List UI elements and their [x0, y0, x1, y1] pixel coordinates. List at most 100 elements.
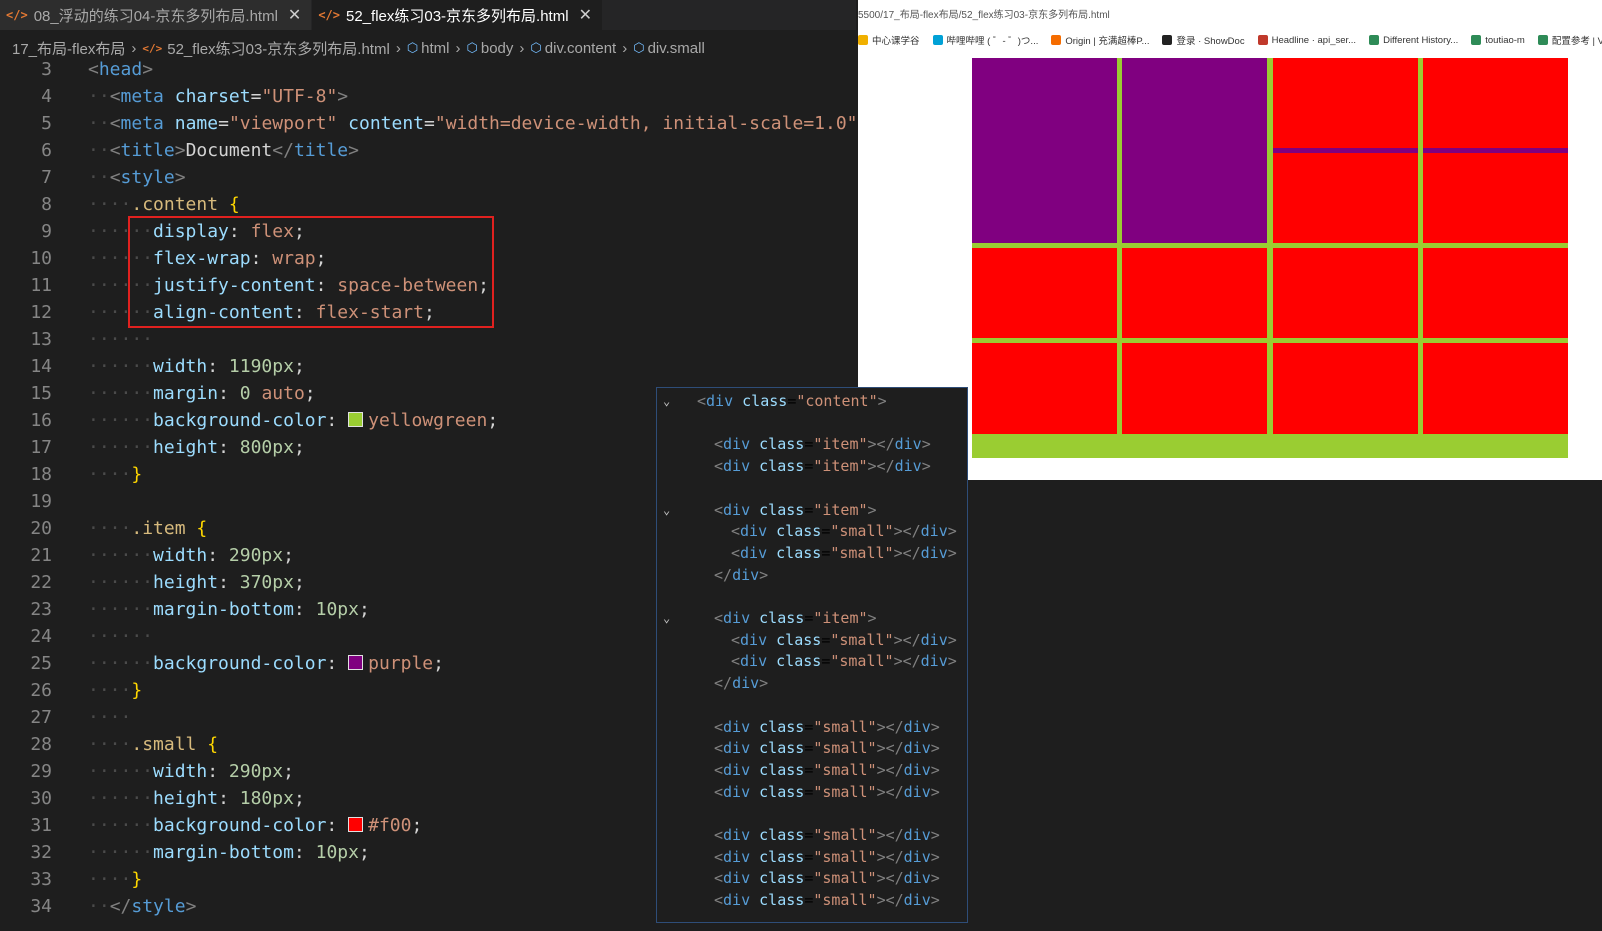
line-number: 17 [30, 437, 52, 458]
code-line[interactable]: 14 ······width: 1190px; [0, 353, 856, 381]
breadcrumb-div-small[interactable]: div.small [648, 40, 705, 57]
code-text[interactable]: ······background-color: yellowgreen; [88, 407, 498, 435]
outline-code-text: <div class="item"></div> [714, 435, 931, 454]
code-text[interactable]: ··<title>Document</title> [88, 137, 359, 165]
line-number: 27 [30, 707, 52, 728]
tab-52-flex-practice[interactable]: </> 52_flex练习03-京东多列布局.html ✕ [312, 0, 603, 30]
outline-row[interactable]: <div class="small"></div> [657, 781, 967, 803]
line-number: 13 [30, 329, 52, 350]
code-text[interactable]: ····} [88, 677, 142, 705]
line-number: 15 [30, 383, 52, 404]
code-line[interactable]: 3 <head> [0, 56, 856, 84]
chevron-down-icon[interactable]: ⌄ [663, 390, 670, 412]
outline-row[interactable]: </div> [657, 672, 967, 694]
small-box [1272, 58, 1418, 149]
html-file-icon: </> [142, 41, 163, 55]
code-text[interactable]: ····.small { [88, 731, 218, 759]
code-text[interactable]: ··</style> [88, 893, 196, 921]
breadcrumb-html[interactable]: html [421, 40, 449, 57]
chevron-right-icon: › [395, 39, 401, 57]
code-text[interactable]: ······width: 290px; [88, 758, 294, 786]
code-text[interactable]: ······background-color: purple; [88, 650, 444, 678]
outline-row[interactable]: <div class="small"></div> [657, 650, 967, 672]
outline-row[interactable]: </div> [657, 564, 967, 586]
chevron-down-icon[interactable]: ⌄ [663, 499, 670, 521]
code-text[interactable]: ······height: 370px; [88, 569, 305, 597]
code-line[interactable]: 7 ··<style> [0, 164, 856, 192]
code-text[interactable]: ······margin-bottom: 10px; [88, 839, 370, 867]
small-box [1422, 343, 1568, 434]
outline-code-text: <div class="small"></div> [714, 869, 940, 888]
close-icon[interactable]: ✕ [579, 5, 592, 25]
code-text[interactable]: ······margin-bottom: 10px; [88, 596, 370, 624]
outline-row[interactable]: <div class="small"></div> [657, 716, 967, 738]
outline-row[interactable] [657, 694, 967, 716]
outline-row[interactable]: <div class="small"></div> [657, 889, 967, 911]
code-text[interactable]: ······ [88, 623, 153, 651]
outline-row[interactable]: ⌄ <div class="item"> [657, 607, 967, 629]
outline-row[interactable]: <div class="small"></div> [657, 520, 967, 542]
outline-row[interactable]: ⌄ <div class="content"> [657, 390, 967, 412]
element-cube-icon: ⬡ [466, 40, 478, 55]
bookmark-label: 哔哩哔哩 ( ゜- ゜)つ... [946, 36, 1039, 47]
line-number: 32 [30, 842, 52, 863]
code-text[interactable]: ······width: 1190px; [88, 353, 305, 381]
code-text[interactable]: ······margin: 0 auto; [88, 380, 316, 408]
code-text[interactable]: ······background-color: #f00; [88, 812, 422, 840]
code-text[interactable]: ··<meta charset="UTF-8"> [88, 83, 348, 111]
code-text[interactable]: ······height: 800px; [88, 434, 305, 462]
code-text[interactable]: ····.item { [88, 515, 207, 543]
outline-row[interactable] [657, 412, 967, 434]
chevron-down-icon[interactable]: ⌄ [663, 607, 670, 629]
bookmark-item[interactable]: Different History... [1369, 35, 1458, 46]
outline-row[interactable]: ⌄ <div class="item"> [657, 499, 967, 521]
outline-row[interactable]: <div class="small"></div> [657, 542, 967, 564]
outline-row[interactable]: <div class="small"></div> [657, 629, 967, 651]
code-text[interactable]: ··<meta name="viewport" content="width=d… [88, 110, 856, 138]
outline-row[interactable]: <div class="small"></div> [657, 824, 967, 846]
bookmark-item[interactable]: Headline · api_ser... [1257, 35, 1356, 46]
code-line[interactable]: 5 ··<meta name="viewport" content="width=… [0, 110, 856, 138]
breadcrumb-div-content[interactable]: div.content [545, 40, 616, 57]
code-line[interactable]: 13 ······ [0, 326, 856, 354]
code-text[interactable]: ···· [88, 704, 131, 732]
outline-code-text: <div class="item"> [714, 609, 877, 627]
code-line[interactable]: 8 ····.content { [0, 191, 856, 219]
outline-row[interactable] [657, 477, 967, 499]
outline-row[interactable]: <div class="small"></div> [657, 737, 967, 759]
outline-row[interactable]: <div class="small"></div> [657, 867, 967, 889]
address-bar[interactable]: 5500/17_布局-flex布局/52_flex练习03-京东多列布局.htm… [858, 6, 1110, 21]
outline-code-text: <div class="small"></div> [714, 760, 940, 779]
bookmark-item[interactable]: 哔哩哔哩 ( ゜- ゜)つ... [932, 33, 1039, 47]
bookmark-item[interactable]: Origin | 充满超棒P... [1051, 33, 1149, 47]
item-box [972, 58, 1118, 244]
code-text[interactable]: ······height: 180px; [88, 785, 305, 813]
line-number: 23 [30, 599, 52, 620]
outline-row[interactable]: <div class="item"></div> [657, 433, 967, 455]
code-text[interactable]: ····} [88, 866, 142, 894]
outline-code-text: <div class="small"></div> [714, 826, 940, 844]
tab-08-float-practice[interactable]: </> 08_浮动的练习04-京东多列布局.html ✕ [0, 0, 313, 30]
bookmark-item[interactable]: 配置参考 | Vue [1537, 33, 1602, 47]
outline-row[interactable]: <div class="small"></div> [657, 846, 967, 868]
outline-row[interactable] [657, 585, 967, 607]
code-text[interactable]: <head> [88, 56, 153, 84]
close-icon[interactable]: ✕ [288, 5, 301, 25]
breadcrumb-body[interactable]: body [481, 40, 514, 57]
code-text[interactable]: ····} [88, 461, 142, 489]
outline-row[interactable] [657, 802, 967, 824]
code-text[interactable]: ··<style> [88, 164, 186, 192]
outline-row[interactable]: <div class="small"></div> [657, 759, 967, 781]
code-text[interactable]: ······ [88, 326, 153, 354]
bookmark-favicon-icon [1537, 35, 1548, 45]
line-number: 7 [41, 167, 52, 188]
line-number: 26 [30, 680, 52, 701]
code-text[interactable]: ····.content { [88, 191, 240, 219]
bookmark-item[interactable]: toutiao-m [1471, 35, 1525, 46]
outline-row[interactable]: <div class="item"></div> [657, 455, 967, 477]
code-text[interactable]: ······width: 290px; [88, 542, 294, 570]
bookmark-item[interactable]: 登录 · ShowDoc [1162, 33, 1245, 47]
code-line[interactable]: 6 ··<title>Document</title> [0, 137, 856, 165]
code-line[interactable]: 4 ··<meta charset="UTF-8"> [0, 83, 856, 111]
bookmark-item[interactable]: 中心课学谷 [858, 33, 920, 47]
